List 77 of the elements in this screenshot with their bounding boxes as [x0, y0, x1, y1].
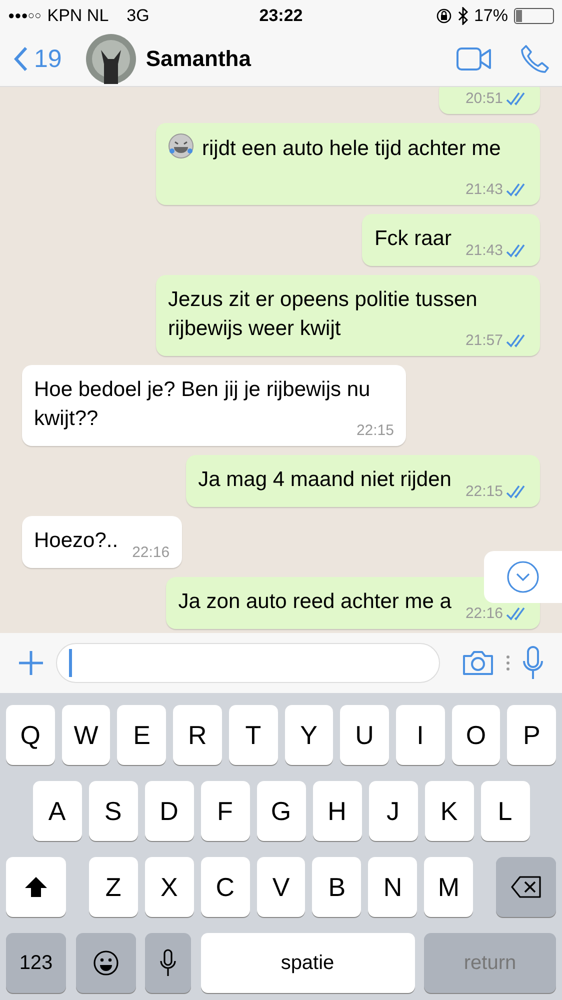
letter-key[interactable]: D	[144, 781, 194, 841]
sent-message: Ja zon auto reed achter me a 22:16	[166, 577, 540, 629]
letter-key[interactable]: J	[368, 781, 418, 841]
letter-key[interactable]: S	[88, 781, 138, 841]
plus-icon	[18, 650, 44, 676]
text-cursor	[69, 649, 72, 677]
letter-key[interactable]: Y	[284, 705, 334, 765]
battery-percent: 17%	[474, 6, 508, 26]
space-key[interactable]: spatie	[200, 933, 414, 993]
chevron-left-icon	[14, 46, 28, 72]
microphone-button[interactable]	[522, 646, 544, 680]
letter-key[interactable]: H	[312, 781, 362, 841]
network-type: 3G	[126, 6, 150, 26]
phone-icon	[520, 44, 550, 74]
message-time: 22:15	[465, 483, 503, 501]
letter-key[interactable]: E	[117, 705, 166, 765]
sent-message: rijdt een auto hele tijd achter me 21:43	[156, 123, 540, 205]
smiley-icon	[92, 950, 118, 976]
letter-key[interactable]: O	[452, 705, 500, 765]
letter-key[interactable]: T	[228, 705, 278, 765]
letter-key[interactable]: L	[480, 781, 530, 841]
status-time: 23:22	[258, 6, 304, 26]
scroll-down-button[interactable]	[484, 551, 562, 603]
letter-key[interactable]: C	[200, 857, 250, 917]
letter-key[interactable]: R	[173, 705, 222, 765]
message-time: 22:16	[465, 605, 503, 623]
battery-icon	[514, 8, 554, 24]
backspace-key[interactable]	[496, 857, 556, 917]
video-call-button[interactable]	[456, 47, 492, 71]
attach-button[interactable]	[18, 650, 44, 676]
letter-key[interactable]: W	[62, 705, 110, 765]
video-camera-icon	[456, 47, 492, 71]
message-time: 22:16	[132, 544, 170, 562]
letter-key[interactable]: I	[396, 705, 445, 765]
received-message: Hoezo?.. 22:16	[22, 516, 182, 568]
letter-key[interactable]: K	[424, 781, 474, 841]
letter-key[interactable]: P	[507, 705, 556, 765]
letter-key[interactable]: M	[424, 857, 474, 917]
message-input[interactable]	[56, 643, 440, 683]
carrier-name: KPN NL	[47, 6, 109, 26]
microphone-icon	[522, 646, 544, 680]
camera-icon	[462, 650, 494, 676]
chevron-down-icon	[507, 561, 539, 593]
contact-name[interactable]: Samantha	[146, 46, 251, 72]
shift-key[interactable]	[6, 857, 66, 917]
message-time: 21:57	[465, 332, 503, 350]
dictation-key[interactable]	[145, 933, 191, 993]
sent-message: Fck raar 21:43	[362, 214, 540, 266]
letter-key[interactable]: Q	[6, 705, 55, 765]
shift-arrow-icon	[24, 876, 48, 898]
message-time: 21:43	[465, 242, 503, 260]
letter-key[interactable]: V	[256, 857, 306, 917]
letter-key[interactable]: U	[340, 705, 389, 765]
microphone-icon	[160, 949, 176, 977]
letter-key[interactable]: B	[312, 857, 362, 917]
dots-icon	[506, 655, 510, 671]
rotation-lock-icon	[436, 8, 452, 24]
letter-key[interactable]: Z	[88, 857, 138, 917]
avatar-icon	[86, 34, 136, 84]
sent-message: Jezus zit er opeens politie tussen rijbewijs weer kwijt 21:57	[156, 275, 540, 356]
letter-key[interactable]: A	[32, 781, 82, 841]
numbers-key[interactable]: 123	[6, 933, 66, 993]
letter-key[interactable]: N	[368, 857, 418, 917]
message-time: 22:15	[356, 422, 394, 440]
letter-key[interactable]: G	[256, 781, 306, 841]
bluetooth-icon	[458, 7, 468, 25]
emoji-key[interactable]	[76, 933, 136, 993]
signal-dots: ●●●○○	[8, 10, 42, 22]
message-time: 21:43	[465, 181, 503, 199]
letter-key[interactable]: X	[144, 857, 194, 917]
message-time: 20:51	[465, 90, 503, 108]
letter-key[interactable]: F	[200, 781, 250, 841]
received-message: Hoe bedoel je? Ben jij je rijbewijs nu kwijt?? 22:15	[22, 365, 406, 446]
voice-call-button[interactable]	[520, 44, 550, 74]
sent-message: Ja mag 4 maand niet rijden 22:15	[186, 455, 540, 507]
backspace-icon	[511, 876, 542, 898]
camera-button[interactable]	[462, 650, 494, 676]
